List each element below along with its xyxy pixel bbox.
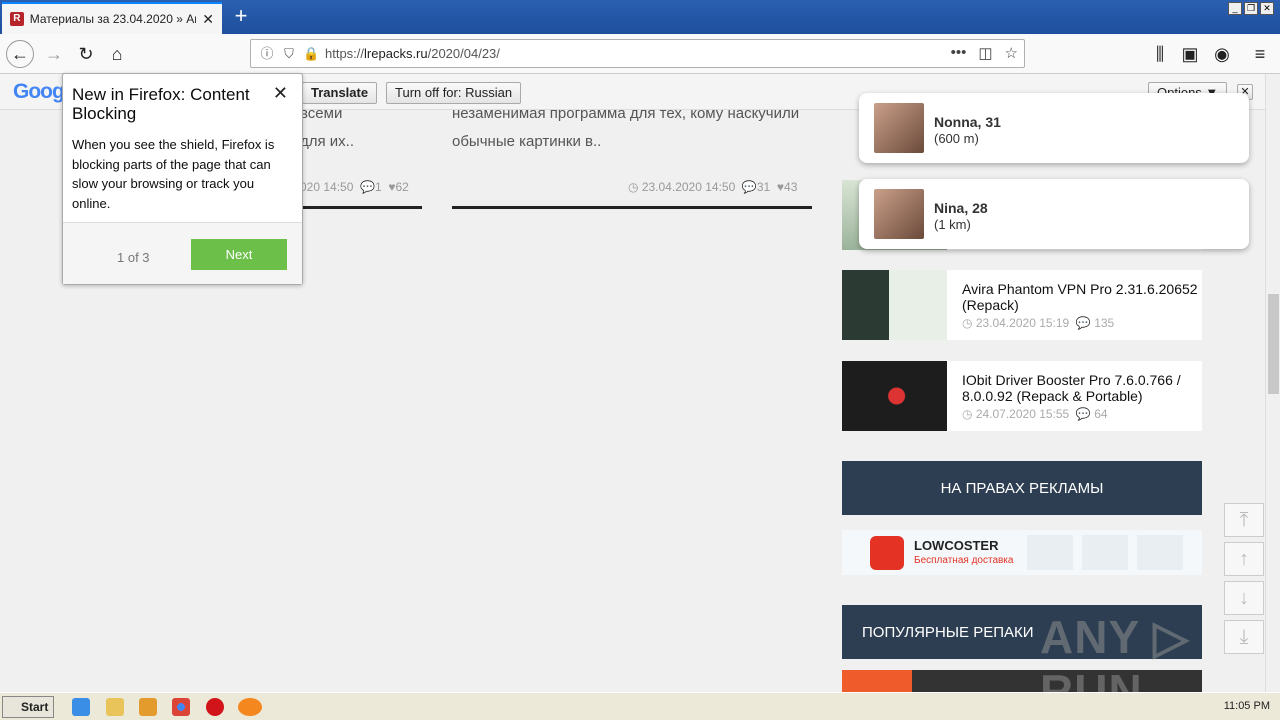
doorhanger-footer: 1 of 3 Next: [63, 222, 302, 284]
thumbnail: [842, 270, 947, 340]
clock-icon: ◷: [628, 180, 639, 194]
home-button[interactable]: ⌂: [103, 40, 131, 68]
thumbnail: [842, 361, 947, 431]
card-2-text-line1: незаменимая программа для тех, кому наск…: [452, 105, 800, 122]
menu-icon[interactable]: ≡: [1246, 40, 1274, 68]
card-1-text-line2: для их..: [300, 133, 355, 150]
avatar: [874, 189, 924, 239]
card-1-divider: [300, 206, 422, 209]
start-button[interactable]: Start: [2, 696, 54, 718]
sidebar-item-comments: 135: [1094, 316, 1115, 330]
url-host: lrepacks.ru: [364, 46, 428, 61]
heart-icon: ♥: [388, 180, 396, 194]
card-2-divider: [452, 206, 812, 209]
ie-icon[interactable]: [72, 698, 90, 716]
sidebar-item-title[interactable]: Avira Phantom VPN Pro 2.31.6.20652 (Repa…: [962, 281, 1202, 313]
explorer-icon[interactable]: [106, 698, 124, 716]
heart-icon: ♥: [776, 180, 785, 194]
ad-banner-subtitle: Бесплатная доставка: [914, 555, 1014, 566]
notification-name: Nina, 28: [934, 200, 988, 216]
notification-popup[interactable]: Nina, 28 (1 km): [859, 179, 1249, 249]
ad-product-image: [1027, 535, 1073, 570]
comment-icon: 💬: [741, 180, 757, 194]
pocket-icon[interactable]: ◫: [978, 44, 992, 62]
site-favicon-icon: R: [10, 12, 24, 26]
card-1-text-line1: всеми: [300, 105, 343, 122]
doorhanger-title: New in Firefox: Content Blocking: [72, 85, 250, 123]
notification-distance: (600 m): [934, 131, 979, 146]
window-close-button[interactable]: ✕: [1260, 2, 1274, 15]
page-actions-icon[interactable]: •••: [951, 44, 967, 62]
ad-section-header: НА ПРАВАХ РЕКЛАМЫ: [842, 461, 1202, 515]
info-icon[interactable]: ⓘ: [259, 46, 275, 62]
forward-button[interactable]: →: [40, 40, 68, 68]
card-2-text-line2: обычные картинки в..: [452, 133, 602, 150]
doorhanger-next-button[interactable]: Next: [191, 239, 287, 270]
thumbnail: [842, 670, 912, 692]
media-player-icon[interactable]: [139, 698, 157, 716]
back-button[interactable]: ←: [6, 40, 34, 68]
tab-active[interactable]: R Материалы за 23.04.2020 » Авт ✕: [2, 2, 222, 34]
vertical-scrollbar[interactable]: [1265, 74, 1280, 692]
lock-icon: 🔒: [303, 45, 320, 61]
tab-close-icon[interactable]: ✕: [202, 11, 214, 28]
scroll-up-button[interactable]: ↑: [1224, 542, 1264, 576]
reload-button[interactable]: ↻: [72, 40, 100, 68]
avatar: [874, 103, 924, 153]
comment-icon: 💬: [360, 180, 376, 194]
card-2-meta: ◷ 23.04.2020 14:50 💬31 ♥43: [628, 180, 797, 194]
restore-button[interactable]: ❐: [1244, 2, 1258, 15]
sidebar-icon[interactable]: ▣: [1176, 40, 1204, 68]
clock: 11:05 PM: [1223, 700, 1270, 712]
sidebar-item-meta: ◷ 23.04.2020 15:19 💬 135: [962, 316, 1115, 330]
sidebar-item-date: 23.04.2020 15:19: [975, 316, 1070, 330]
taskbar: Start 11:05 PM: [0, 692, 1280, 720]
doorhanger-step: 1 of 3: [117, 250, 150, 265]
aliexpress-logo: [870, 536, 904, 570]
ad-product-image: [1082, 535, 1128, 570]
card-1-likes: 62: [395, 180, 409, 194]
doorhanger-body: When you see the shield, Firefox is bloc…: [72, 137, 275, 211]
minimize-button[interactable]: _: [1228, 2, 1242, 15]
card-2-likes: 43: [784, 180, 798, 194]
notification-name: Nonna, 31: [934, 114, 1001, 130]
notification-popup[interactable]: Nonna, 31 (600 m): [859, 93, 1249, 163]
tab-bar: R Материалы за 23.04.2020 » Авт ✕ + _ ❐ …: [0, 0, 1280, 34]
sidebar-item-date: 24.07.2020 15:55: [975, 407, 1070, 421]
nav-bar: ← → ↻ ⌂ ⓘ ⛉ 🔒 https://lrepacks.ru/2020/0…: [0, 34, 1280, 74]
library-icon[interactable]: ⫼: [1146, 40, 1174, 68]
opera-icon[interactable]: [206, 698, 224, 716]
card-1-date: 020 14:50: [300, 180, 354, 194]
url-bar[interactable]: ⓘ ⛉ 🔒 https://lrepacks.ru/2020/04/23/ ••…: [250, 39, 1025, 68]
new-tab-button[interactable]: +: [228, 4, 254, 30]
sidebar-item-title[interactable]: IObit Driver Booster Pro 7.6.0.766 / 8.0…: [962, 372, 1202, 404]
shield-icon[interactable]: ⛉: [281, 46, 297, 62]
card-1-comments: 1: [375, 180, 382, 194]
chrome-icon[interactable]: [172, 698, 190, 716]
bookmark-star-icon[interactable]: ☆: [1005, 44, 1018, 62]
sidebar-item-avira[interactable]: Avira Phantom VPN Pro 2.31.6.20652 (Repa…: [842, 270, 1202, 340]
sidebar-item-meta: ◷ 24.07.2020 15:55 💬 64: [962, 407, 1108, 421]
scrollbar-thumb[interactable]: [1268, 294, 1279, 394]
card-1-meta: 020 14:50 💬1 ♥62: [300, 180, 409, 194]
tab-title: Материалы за 23.04.2020 » Авт: [29, 12, 197, 26]
sidebar-item-iobit[interactable]: IObit Driver Booster Pro 7.6.0.766 / 8.0…: [842, 361, 1202, 431]
ad-banner-title: LOWCOSTER: [914, 538, 999, 553]
doorhanger-close-icon[interactable]: ✕: [273, 83, 288, 104]
url-path: /2020/04/23/: [427, 46, 500, 61]
ad-banner[interactable]: LOWCOSTER Бесплатная доставка: [842, 530, 1202, 575]
url-scheme: https://: [325, 46, 365, 61]
google-logo: Goog: [13, 80, 65, 103]
ad-product-image: [1137, 535, 1183, 570]
content-blocking-doorhanger: New in Firefox: Content Blocking ✕ When …: [62, 73, 303, 285]
card-2-comments: 31: [756, 180, 771, 194]
firefox-icon[interactable]: [238, 698, 262, 716]
sidebar-item-comments: 64: [1094, 407, 1108, 421]
scroll-top-button[interactable]: ⤒: [1224, 503, 1264, 537]
account-icon[interactable]: ◉: [1208, 40, 1236, 68]
card-2-date: 23.04.2020 14:50: [641, 180, 736, 194]
notification-distance: (1 km): [934, 217, 971, 232]
